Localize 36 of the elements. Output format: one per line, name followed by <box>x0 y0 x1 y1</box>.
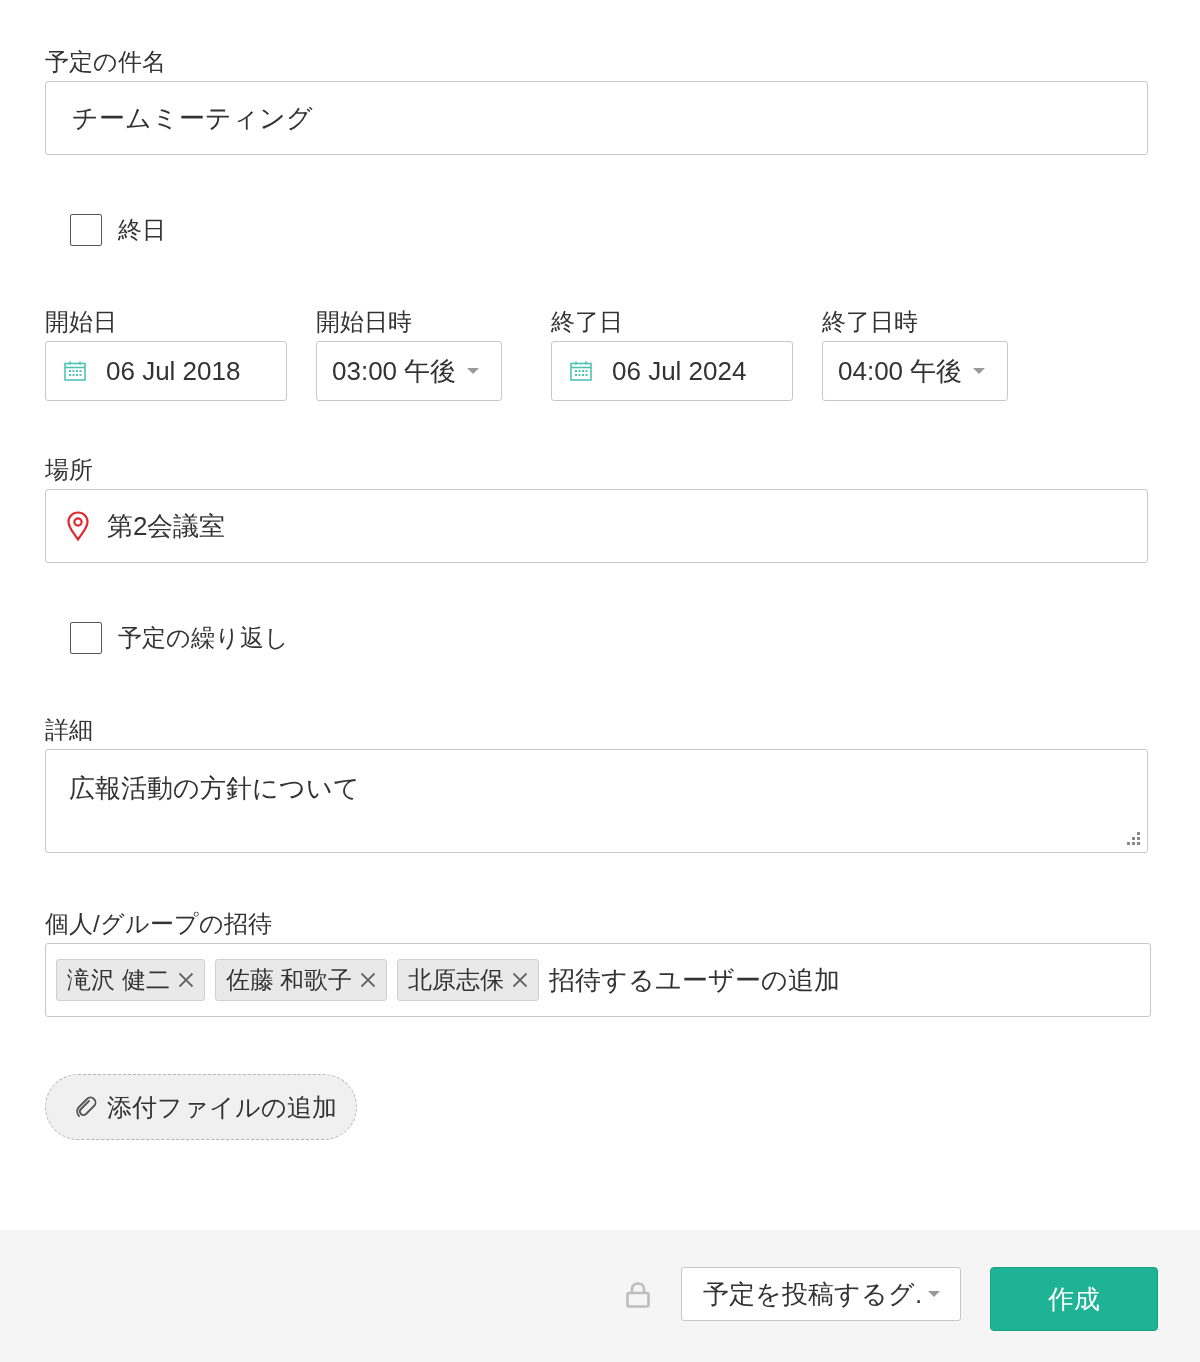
checkbox-label: 予定の繰り返し <box>118 624 289 652</box>
field-label: 場所 <box>45 456 93 484</box>
time-select[interactable]: 04:00 午後 <box>822 341 1008 401</box>
caret-icon <box>467 368 479 374</box>
title-input[interactable]: チームミーティング <box>45 81 1148 155</box>
caret-icon <box>928 1291 940 1297</box>
post-target-dropdown[interactable]: 予定を投稿するグ. <box>681 1267 961 1321</box>
close-icon[interactable] <box>512 972 529 988</box>
resize-handle-icon[interactable] <box>1127 832 1141 846</box>
add-user-input[interactable]: 招待するユーザーの追加 <box>549 963 1140 997</box>
time-select[interactable]: 03:00 午後 <box>316 341 502 401</box>
field-label: 予定の件名 <box>45 48 166 76</box>
checkbox[interactable] <box>70 214 102 246</box>
field-label: 開始日時 <box>316 308 412 336</box>
field-label: 個人/グループの招待 <box>45 910 272 938</box>
field-label: 詳細 <box>45 716 93 744</box>
location-input[interactable]: 第2会議室 <box>45 489 1148 563</box>
caret-icon <box>973 368 985 374</box>
close-icon[interactable] <box>360 972 377 988</box>
close-icon[interactable] <box>177 972 194 988</box>
tag-label: 滝沢 健二 <box>67 966 170 994</box>
details-textarea[interactable]: 広報活動の方針について <box>45 749 1148 853</box>
paperclip-icon <box>75 1096 97 1118</box>
tag-label: 北原志保 <box>408 966 505 994</box>
field-label: 開始日 <box>45 308 117 336</box>
tag-label: 佐藤 和歌子 <box>225 966 353 994</box>
field-label: 終了日時 <box>822 308 918 336</box>
checkbox-label: 終日 <box>118 216 166 244</box>
add-attachment-button[interactable]: 添付ファイルの追加 <box>45 1074 357 1140</box>
date-picker-field[interactable]: 06 Jul 2024 <box>551 341 793 401</box>
field-label: 終了日 <box>551 308 623 336</box>
calendar-icon <box>64 361 86 381</box>
map-pin-icon <box>67 511 89 541</box>
calendar-icon <box>570 361 592 381</box>
checkbox[interactable] <box>70 622 102 654</box>
date-picker-field[interactable]: 06 Jul 2018 <box>45 341 287 401</box>
